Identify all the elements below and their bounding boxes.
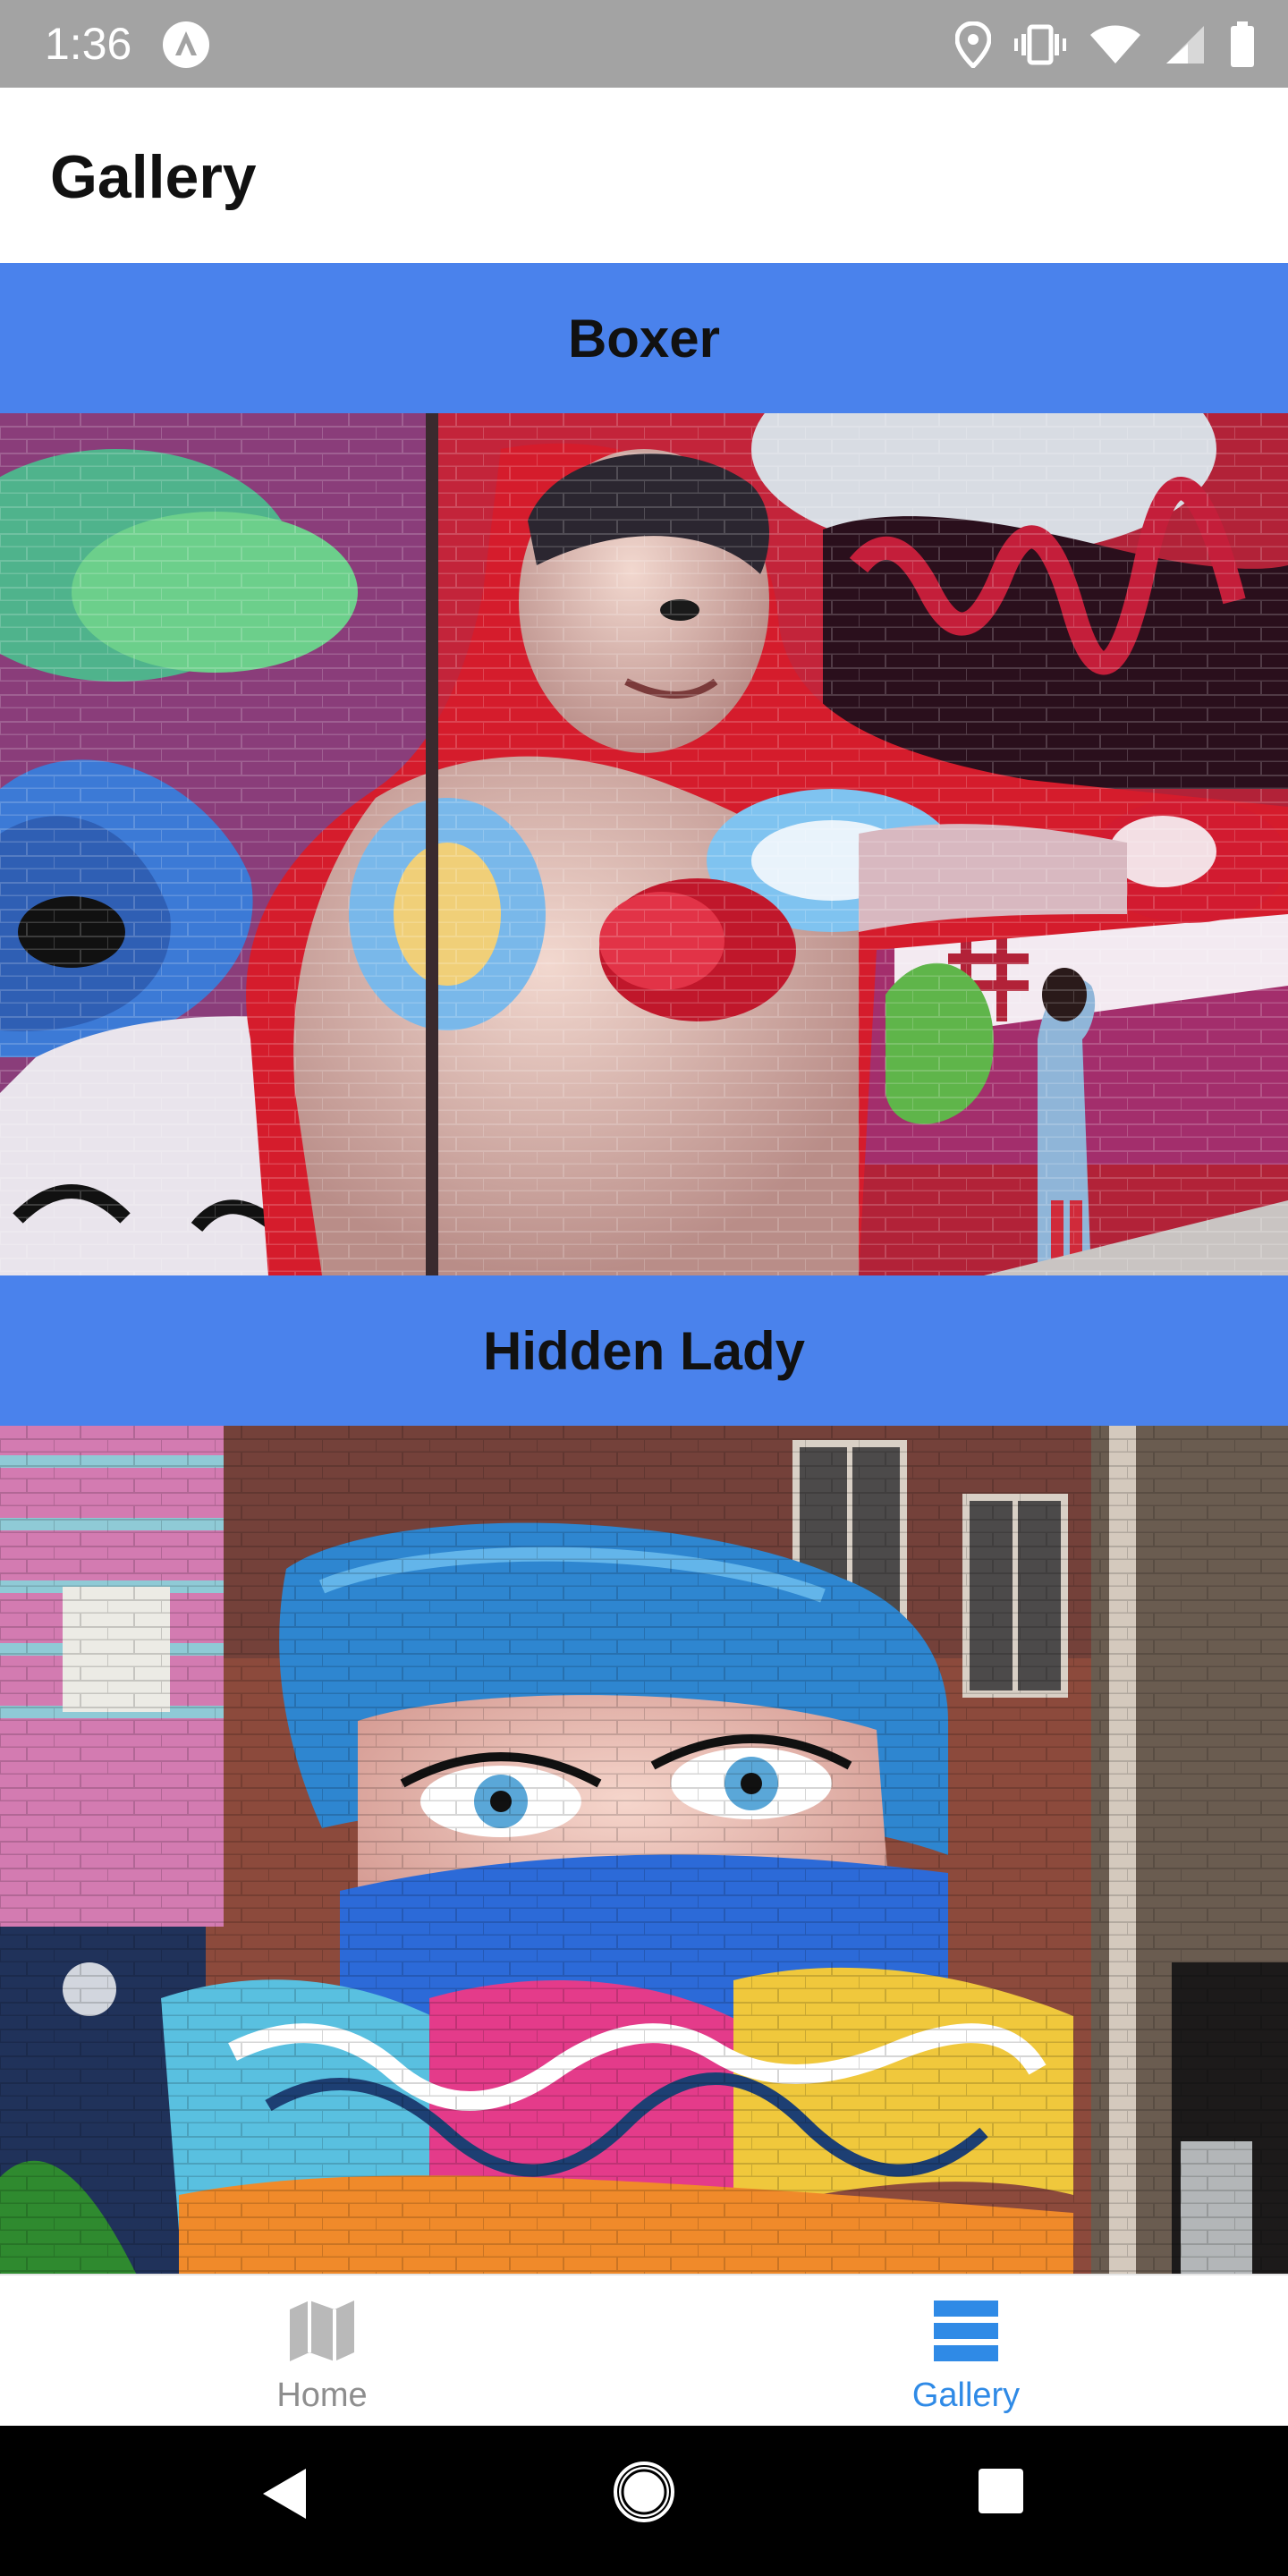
boxer-mural-image[interactable]	[0, 413, 1288, 1275]
bottom-tab-bar: Home Gallery	[0, 2274, 1288, 2426]
vibrate-icon	[1014, 23, 1066, 66]
home-circle-icon[interactable]	[614, 2462, 674, 2527]
gallery-item-title: Boxer	[567, 308, 721, 369]
gallery-item-header: Hidden Lady	[0, 1275, 1288, 1426]
signal-icon	[1165, 24, 1206, 65]
status-bar: 1:36	[0, 0, 1288, 88]
status-time: 1:36	[45, 19, 132, 69]
gallery-item-header: Boxer	[0, 263, 1288, 413]
wifi-icon	[1089, 24, 1141, 65]
app-notification-icon	[161, 20, 211, 70]
back-icon[interactable]	[259, 2465, 309, 2527]
location-icon	[955, 21, 991, 68]
tab-gallery[interactable]: Gallery	[644, 2275, 1288, 2426]
tab-home-label: Home	[276, 2377, 368, 2414]
page-title: Gallery	[50, 143, 257, 211]
gallery-item-boxer[interactable]: Boxer	[0, 263, 1288, 1275]
gallery-list[interactable]: Boxer Hidden Lady	[0, 263, 1288, 2274]
battery-icon	[1229, 21, 1256, 68]
tab-home[interactable]: Home	[0, 2275, 644, 2426]
map-icon	[288, 2299, 356, 2368]
gallery-item-title: Hidden Lady	[482, 1320, 806, 1381]
app-header: Gallery	[0, 88, 1288, 263]
hidden-lady-mural-image[interactable]	[0, 1426, 1288, 2274]
system-nav-bar	[0, 2426, 1288, 2576]
tab-gallery-label: Gallery	[911, 2377, 1021, 2414]
list-icon	[932, 2299, 1000, 2368]
recents-icon[interactable]	[977, 2467, 1025, 2520]
gallery-item-hidden-lady[interactable]: Hidden Lady	[0, 1275, 1288, 2274]
